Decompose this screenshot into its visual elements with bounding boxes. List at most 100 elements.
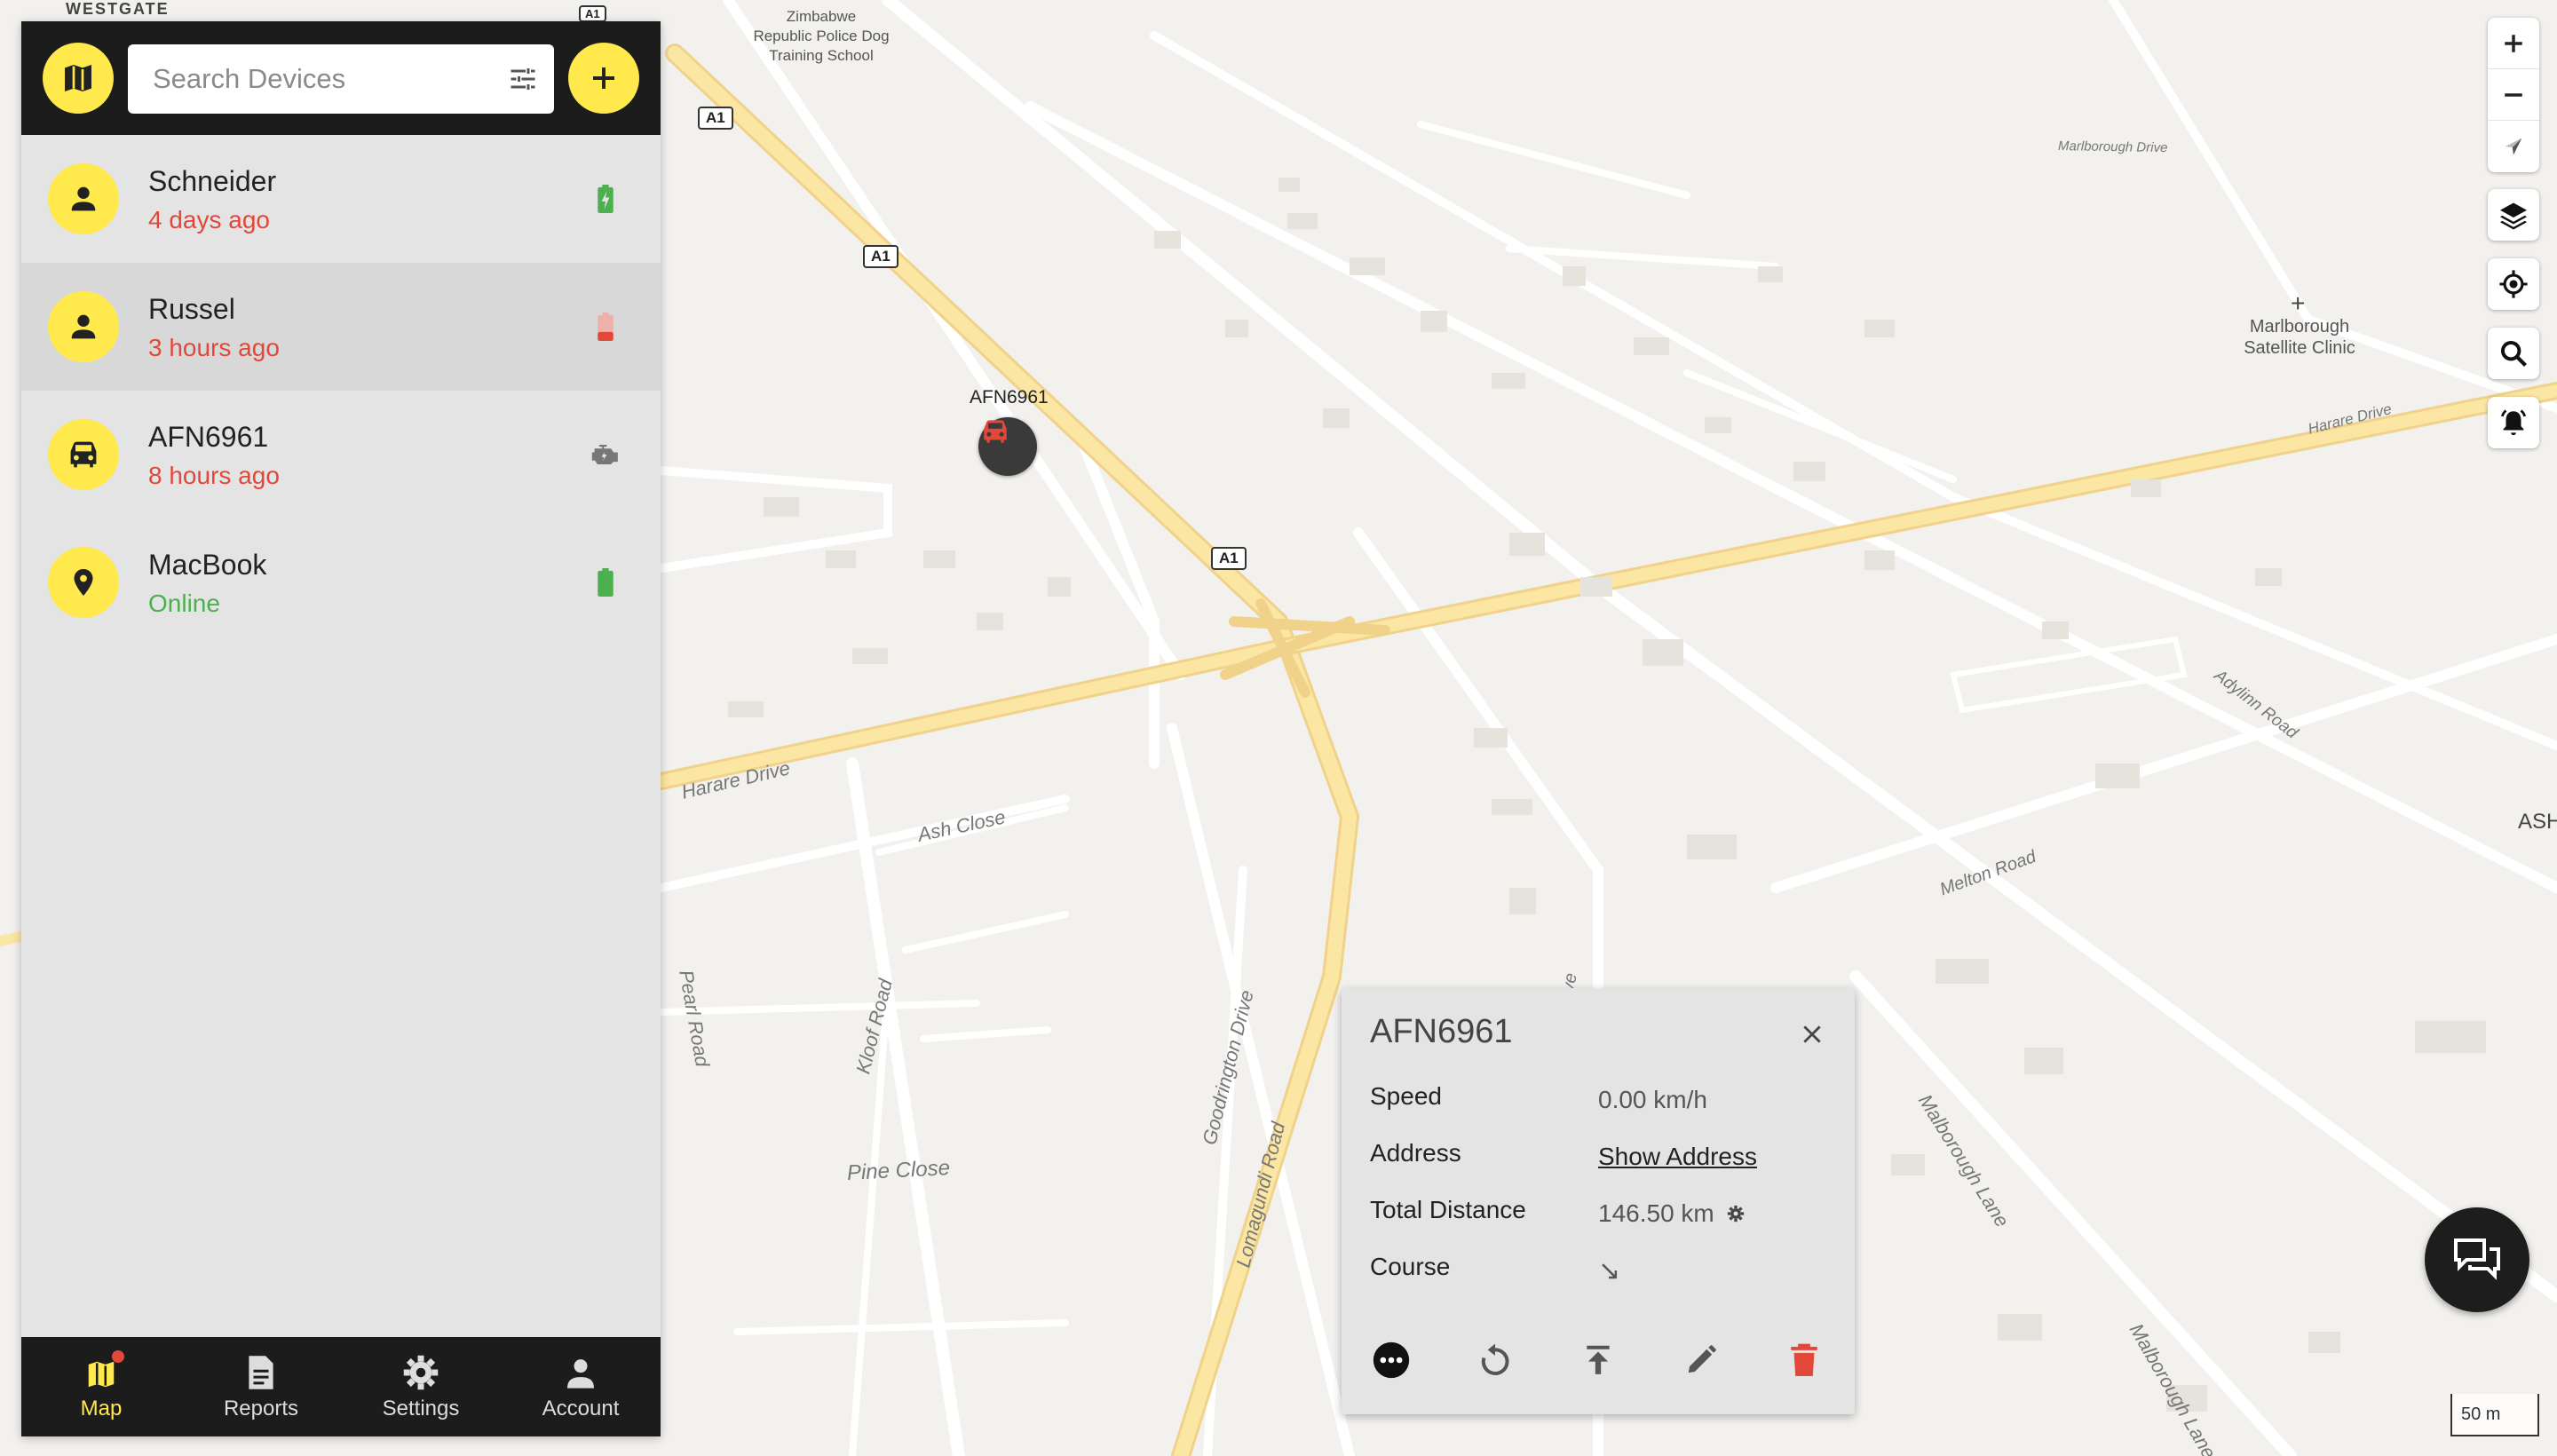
- filter-button[interactable]: [507, 63, 539, 95]
- address-value: Show Address: [1598, 1139, 1757, 1175]
- nav-item-settings[interactable]: Settings: [341, 1337, 501, 1436]
- map-search-button[interactable]: [2488, 328, 2539, 379]
- device-name: AFN6961: [148, 421, 269, 453]
- zoom-controls: [2488, 18, 2539, 172]
- device-avatar: [48, 419, 119, 490]
- search-icon: [2500, 340, 2527, 367]
- nav-item-reports[interactable]: Reports: [181, 1337, 341, 1436]
- popup-actions: [1342, 1333, 1855, 1388]
- road-shield-a1: A1: [698, 107, 733, 130]
- add-device-button[interactable]: [568, 43, 639, 114]
- compass-button[interactable]: [2488, 121, 2539, 172]
- battery-full-icon: [598, 568, 614, 597]
- poi-label-police-dog-school: Zimbabwe Republic Police Dog Training Sc…: [753, 8, 890, 64]
- device-status: 8 hours ago: [148, 462, 280, 489]
- device-item-macbook[interactable]: MacBook Online: [21, 518, 661, 646]
- gear-icon[interactable]: [1727, 1205, 1745, 1223]
- search-input[interactable]: [153, 63, 507, 95]
- bottom-navigation: Map Reports Settings Account: [21, 1337, 661, 1436]
- notification-badge: [112, 1350, 124, 1363]
- map-scale: 50 m: [2450, 1394, 2539, 1436]
- chat-icon: [2454, 1238, 2500, 1280]
- device-avatar: [48, 291, 119, 362]
- upload-command-button[interactable]: [1571, 1333, 1626, 1388]
- sidebar: Schneider 4 days ago Russel 3 hours ago: [21, 21, 661, 1436]
- vehicle-marker[interactable]: [978, 417, 1037, 476]
- plus-icon: [593, 67, 614, 89]
- more-icon: [1373, 1341, 1410, 1379]
- map-toggle-button[interactable]: [43, 43, 114, 114]
- popup-close-button[interactable]: [1793, 1015, 1832, 1054]
- battery-low-indicator: [588, 309, 623, 344]
- device-avatar: [48, 163, 119, 234]
- compass-icon: [2505, 138, 2522, 155]
- battery-charging-indicator: [588, 181, 623, 217]
- road-shield-a1: A1: [579, 5, 606, 22]
- device-item-russel[interactable]: Russel 3 hours ago: [21, 263, 661, 391]
- device-name: Schneider: [148, 165, 277, 197]
- zoom-in-button[interactable]: [2488, 18, 2539, 69]
- nav-item-account[interactable]: Account: [501, 1337, 661, 1436]
- battery-full-indicator: [588, 565, 623, 600]
- zoom-in-icon: [2505, 34, 2522, 52]
- nav-icon-wrapper: [563, 1352, 598, 1391]
- notifications-button[interactable]: [2488, 397, 2539, 448]
- road-name-marlborough-drive: Marlborough Drive: [2057, 138, 2168, 156]
- engine-indicator: [588, 437, 623, 472]
- course-value: ↘: [1598, 1253, 1620, 1288]
- layers-button[interactable]: [2488, 189, 2539, 241]
- area-label-ash: ASH: [2518, 810, 2557, 834]
- total-distance-value: 146.50 km: [1598, 1196, 1745, 1231]
- nav-icon-wrapper: [402, 1352, 439, 1391]
- layers-icon: [2500, 202, 2527, 230]
- device-popup: AFN6961 Speed 0.00 km/h Address Show Add…: [1342, 988, 1855, 1414]
- gear-icon: [403, 1355, 439, 1390]
- replay-button[interactable]: [1468, 1333, 1523, 1388]
- map-icon: [65, 65, 91, 91]
- device-avatar: [48, 547, 119, 618]
- location-control: [2488, 258, 2539, 310]
- popup-row-label: Total Distance: [1370, 1196, 1526, 1223]
- road-shield-a1: A1: [863, 245, 899, 268]
- upload-icon: [1587, 1345, 1610, 1374]
- course-arrow-icon: ↘: [1598, 1255, 1621, 1286]
- person-icon: [71, 186, 96, 211]
- replay-icon: [1481, 1343, 1509, 1375]
- poi-plus-icon: +: [2291, 289, 2306, 317]
- popup-title: AFN6961: [1370, 1013, 1513, 1050]
- popup-row-label: Speed: [1370, 1082, 1442, 1110]
- total-distance-text: 146.50 km: [1598, 1199, 1714, 1227]
- search-box: [128, 44, 554, 114]
- speed-value-text: 0.00 km/h: [1598, 1086, 1707, 1113]
- edit-button[interactable]: [1674, 1333, 1729, 1388]
- area-label-westgate: WESTGATE: [66, 0, 170, 18]
- nav-item-map[interactable]: Map: [21, 1337, 181, 1436]
- delete-icon: [1791, 1343, 1817, 1376]
- more-button[interactable]: [1364, 1333, 1419, 1388]
- delete-button[interactable]: [1777, 1333, 1832, 1388]
- battery-charging-icon: [598, 185, 614, 213]
- device-name: MacBook: [148, 549, 267, 581]
- nav-label: Settings: [382, 1397, 460, 1420]
- edit-icon: [1688, 1345, 1716, 1373]
- popup-row-label: Course: [1370, 1253, 1451, 1280]
- sidebar-topbar: [21, 21, 661, 135]
- chat-button[interactable]: [2425, 1207, 2529, 1312]
- engine-icon: [591, 445, 618, 464]
- car-icon: [70, 441, 97, 468]
- my-location-button[interactable]: [2488, 258, 2539, 310]
- nav-label: Account: [542, 1397, 620, 1420]
- speed-value: 0.00 km/h: [1598, 1082, 1707, 1118]
- nav-icon-wrapper: [246, 1352, 276, 1391]
- battery-low-icon: [598, 313, 614, 341]
- device-item-schneider[interactable]: Schneider 4 days ago: [21, 135, 661, 263]
- zoom-out-button[interactable]: [2488, 69, 2539, 121]
- person-icon: [71, 314, 96, 339]
- show-address-link[interactable]: Show Address: [1598, 1143, 1757, 1171]
- device-item-afn6961[interactable]: AFN6961 8 hours ago: [21, 391, 661, 518]
- nav-label: Map: [80, 1397, 123, 1420]
- marker-label: AFN6961: [970, 387, 1049, 408]
- car-icon: [984, 420, 1007, 443]
- report-icon: [249, 1356, 273, 1389]
- nav-label: Reports: [223, 1397, 299, 1420]
